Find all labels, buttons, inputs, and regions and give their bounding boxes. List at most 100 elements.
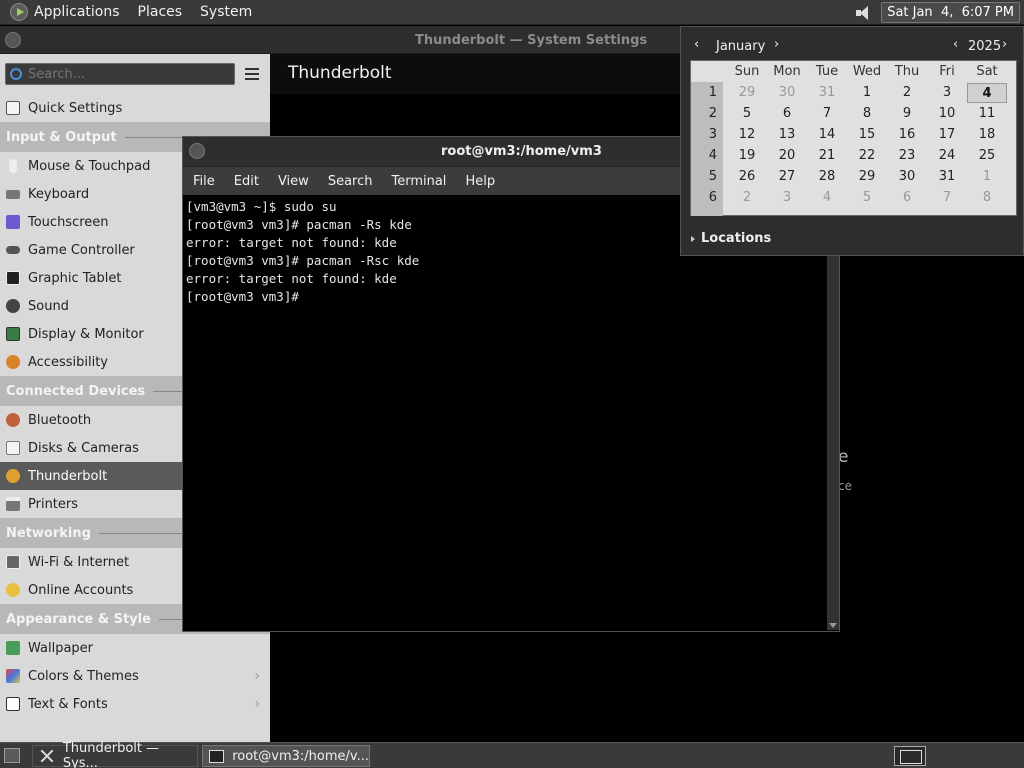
- calendar-day[interactable]: 8: [847, 104, 887, 124]
- calendar-day[interactable]: 19: [727, 146, 767, 166]
- calendar-day[interactable]: 9: [887, 104, 927, 124]
- terminal-title: root@vm3:/home/vm3: [441, 144, 602, 159]
- calendar-day[interactable]: 21: [807, 146, 847, 166]
- calendar-day[interactable]: 2: [727, 188, 767, 208]
- game-controller-icon: [6, 246, 20, 254]
- show-desktop-icon[interactable]: [4, 748, 20, 763]
- calendar-day[interactable]: 26: [727, 167, 767, 187]
- hamburger-menu-icon[interactable]: [245, 68, 259, 80]
- calendar-day[interactable]: 18: [967, 125, 1007, 145]
- network-icon: [6, 555, 20, 569]
- calendar-day[interactable]: 5: [847, 188, 887, 208]
- calendar-day[interactable]: 23: [887, 146, 927, 166]
- settings-window-title: Thunderbolt — System Settings: [415, 33, 648, 48]
- calendar-day[interactable]: 31: [807, 83, 847, 103]
- calendar-day[interactable]: 28: [807, 167, 847, 187]
- calendar-day[interactable]: 31: [927, 167, 967, 187]
- calendar-day[interactable]: 30: [887, 167, 927, 187]
- scroll-down-arrow-icon[interactable]: [829, 623, 837, 628]
- prev-year-button[interactable]: ‹: [953, 37, 958, 52]
- terminal-menu-help[interactable]: Help: [465, 174, 495, 189]
- calendar-day[interactable]: 8: [967, 188, 1007, 208]
- terminal-menu-terminal[interactable]: Terminal: [391, 174, 446, 189]
- sidebar-item-wallpaper[interactable]: Wallpaper: [0, 634, 270, 662]
- calendar-day[interactable]: 14: [807, 125, 847, 145]
- calendar-day[interactable]: 24: [927, 146, 967, 166]
- weekday-header: Sun: [734, 64, 760, 79]
- keyboard-icon: [6, 189, 20, 199]
- calendar-day[interactable]: 16: [887, 125, 927, 145]
- terminal-menu-edit[interactable]: Edit: [234, 174, 259, 189]
- terminal-menu-file[interactable]: File: [193, 174, 215, 189]
- weekday-header: Mon: [773, 64, 801, 79]
- weekday-header: Thu: [894, 64, 920, 79]
- terminal-menu-search[interactable]: Search: [328, 174, 373, 189]
- calendar-day[interactable]: 17: [927, 125, 967, 145]
- next-year-button[interactable]: ›: [1002, 37, 1007, 52]
- locations-expander[interactable]: Locations: [691, 231, 771, 246]
- calendar-day[interactable]: 20: [767, 146, 807, 166]
- prev-month-button[interactable]: ‹: [694, 37, 699, 52]
- calendar-day[interactable]: 3: [767, 188, 807, 208]
- sidebar-item-text-fonts[interactable]: Text & Fonts ›: [0, 690, 270, 718]
- week-number: 5: [708, 169, 717, 184]
- calendar-grid: Sun Mon Tue Wed Thu Fri Sat 1 29 30 31 1 2 3 4 2 5 6 7 8 9 10…: [690, 60, 1017, 216]
- distro-logo-icon[interactable]: [10, 3, 28, 21]
- calendar-day[interactable]: 11: [967, 104, 1007, 124]
- calendar-day[interactable]: 25: [967, 146, 1007, 166]
- calendar-day[interactable]: 6: [767, 104, 807, 124]
- calendar-day[interactable]: 13: [767, 125, 807, 145]
- page-title: Thunderbolt: [288, 63, 392, 83]
- bluetooth-icon: [6, 413, 20, 427]
- calendar-day[interactable]: 1: [847, 83, 887, 103]
- top-panel: Applications Places System Sat Jan 4, 6:…: [0, 0, 1024, 25]
- calendar-day[interactable]: 4: [807, 188, 847, 208]
- menu-places[interactable]: Places: [138, 4, 183, 20]
- calendar-day[interactable]: 29: [727, 83, 767, 103]
- calendar-day[interactable]: 1: [967, 167, 1007, 187]
- calendar-day[interactable]: 12: [727, 125, 767, 145]
- quick-settings-icon: [6, 101, 20, 115]
- week-number: 1: [708, 85, 717, 100]
- calendar-day[interactable]: 7: [927, 188, 967, 208]
- terminal-menu-view[interactable]: View: [278, 174, 309, 189]
- calendar-year: 2025: [968, 39, 1002, 54]
- sidebar-item-quick-settings[interactable]: Quick Settings: [0, 94, 270, 122]
- menu-system[interactable]: System: [200, 4, 252, 20]
- terminal-output[interactable]: [vm3@vm3 ~]$ sudo su [root@vm3 vm3]# pac…: [186, 198, 419, 306]
- calendar-day[interactable]: 5: [727, 104, 767, 124]
- terminal-scrollbar[interactable]: [827, 195, 839, 630]
- next-month-button[interactable]: ›: [774, 37, 779, 52]
- printer-icon: [6, 497, 20, 511]
- calendar-day-today[interactable]: 4: [967, 83, 1007, 103]
- calendar-day[interactable]: 30: [767, 83, 807, 103]
- calendar-day[interactable]: 15: [847, 125, 887, 145]
- calendar-day[interactable]: 3: [927, 83, 967, 103]
- calendar-day[interactable]: 7: [807, 104, 847, 124]
- volume-icon[interactable]: [855, 5, 873, 21]
- font-icon: [6, 697, 20, 711]
- menu-applications[interactable]: Applications: [34, 4, 120, 20]
- mouse-icon: [9, 159, 17, 173]
- settings-tools-icon: [39, 748, 55, 764]
- thunderbolt-icon: [6, 469, 20, 483]
- calendar-day[interactable]: 22: [847, 146, 887, 166]
- terminal-body[interactable]: [vm3@vm3 ~]$ sudo su [root@vm3 vm3]# pac…: [183, 195, 839, 630]
- calendar-day[interactable]: 29: [847, 167, 887, 187]
- graphic-tablet-icon: [6, 271, 20, 285]
- calendar-day[interactable]: 27: [767, 167, 807, 187]
- calendar-day[interactable]: 2: [887, 83, 927, 103]
- calendar-day[interactable]: 6: [887, 188, 927, 208]
- search-icon: [10, 68, 22, 80]
- taskbar-item-settings[interactable]: Thunderbolt — Sys...: [32, 741, 198, 768]
- search-input[interactable]: [28, 66, 223, 82]
- search-box[interactable]: [5, 63, 235, 85]
- clock[interactable]: Sat Jan 4, 6:07 PM: [881, 2, 1020, 23]
- window-menu-button[interactable]: [189, 143, 205, 159]
- taskbar-item-terminal[interactable]: root@vm3:/home/v...: [202, 745, 370, 767]
- sidebar-item-colors-themes[interactable]: Colors & Themes ›: [0, 662, 270, 690]
- calendar-day[interactable]: 10: [927, 104, 967, 124]
- window-menu-button[interactable]: [5, 32, 21, 48]
- workspace-switcher[interactable]: [894, 746, 926, 766]
- weekday-header: Sat: [976, 64, 998, 79]
